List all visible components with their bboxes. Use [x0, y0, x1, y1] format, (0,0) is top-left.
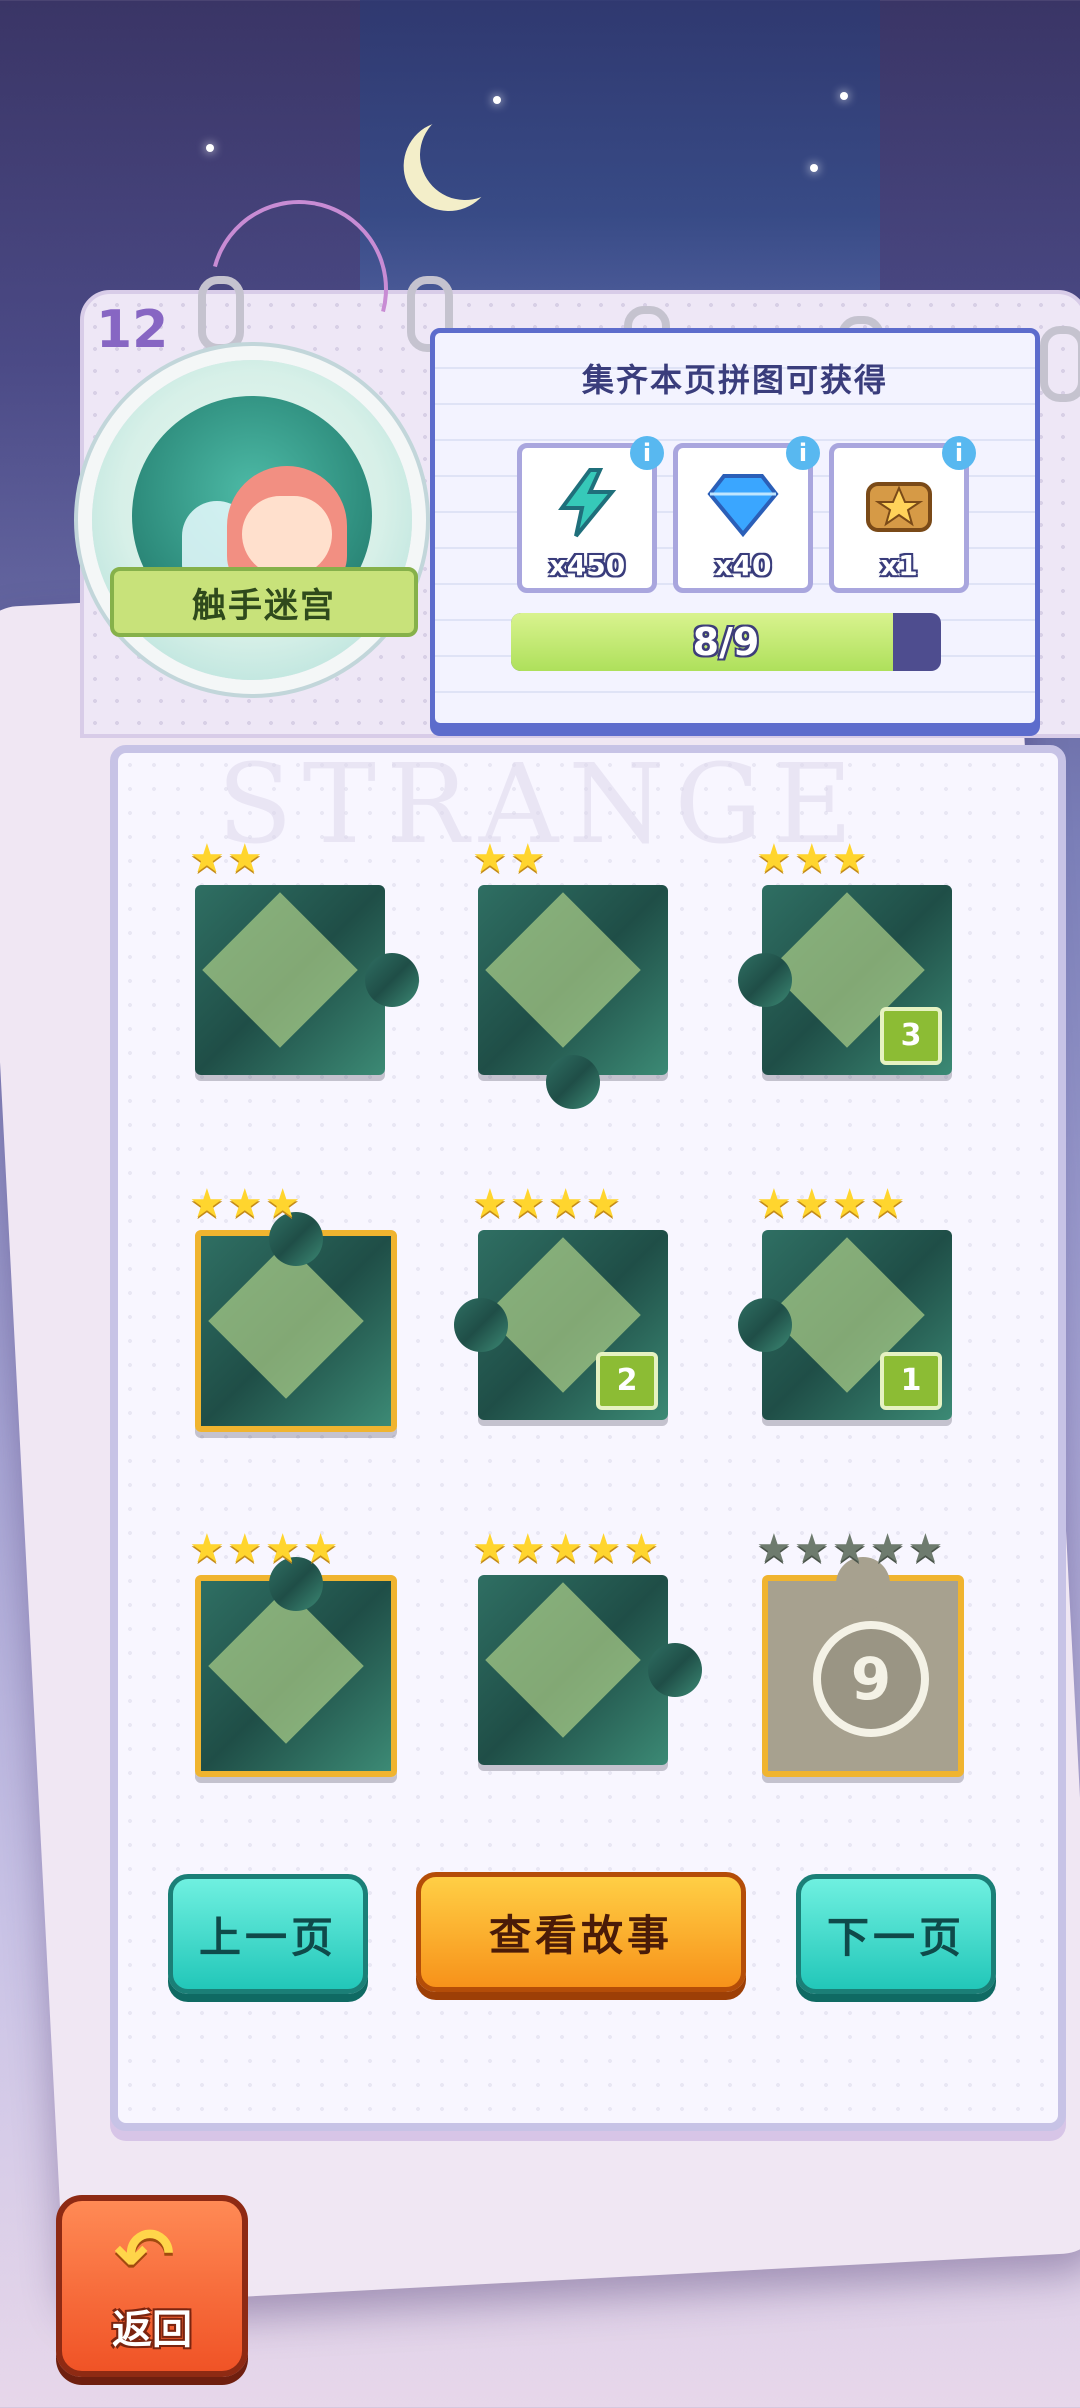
- binder-ring: [1040, 326, 1080, 402]
- return-arrow-icon: ↶: [114, 2212, 175, 2296]
- star-icon: ★: [869, 1526, 906, 1572]
- puzzle-piece-8[interactable]: [478, 1575, 702, 1765]
- piece-knob: [738, 953, 792, 1007]
- star-icon: ★: [793, 1526, 830, 1572]
- star-icon: ★: [189, 836, 225, 882]
- piece-stars: ★ ★ ★ ★: [189, 1529, 338, 1569]
- star-icon: ★: [472, 1526, 508, 1572]
- puzzle-piece-6[interactable]: 1: [738, 1230, 952, 1420]
- puzzle-piece-7[interactable]: [195, 1557, 397, 1777]
- star-icon: ★: [472, 836, 508, 882]
- piece-art: [208, 1243, 364, 1399]
- star-icon: ★: [189, 1526, 225, 1572]
- piece-knob: [738, 1298, 792, 1352]
- piece-art: [485, 892, 641, 1048]
- star-icon: ★: [831, 836, 868, 882]
- piece-stars: ★ ★ ★: [756, 839, 868, 879]
- star-icon: ★: [831, 1526, 868, 1572]
- reward-title: 集齐本页拼图可获得: [581, 361, 888, 399]
- piece-knob: [648, 1643, 702, 1697]
- star-icon: ★: [264, 1526, 301, 1572]
- star-icon: ★: [302, 1526, 339, 1572]
- view-story-button[interactable]: 查看故事: [416, 1872, 746, 1992]
- back-label: 返回: [112, 2307, 192, 2353]
- piece-stars: ★ ★ ★ ★: [472, 1184, 621, 1224]
- piece-count-badge: 1: [880, 1352, 942, 1410]
- level-name: 触手迷宫: [110, 567, 418, 637]
- star-icon: ★: [756, 836, 792, 882]
- energy-bolt-icon: [558, 468, 617, 538]
- reward-count: x1: [880, 549, 918, 582]
- star-icon: ★: [869, 1181, 906, 1227]
- piece-stars: ★ ★: [472, 839, 546, 879]
- reward-chest[interactable]: i x1: [829, 436, 976, 593]
- star-icon: ★: [509, 1526, 546, 1572]
- piece-knob: [546, 1055, 600, 1109]
- piece-art: [208, 1588, 364, 1744]
- star-icon: ★: [907, 1526, 944, 1572]
- reward-count: x450: [548, 549, 626, 582]
- reward-energy[interactable]: i x450: [517, 436, 664, 593]
- reward-panel: 集齐本页拼图可获得 i x450 i x40 i x1 8/9: [430, 328, 1040, 728]
- star-icon: ★: [472, 1181, 508, 1227]
- piece-count-badge: 2: [596, 1352, 658, 1410]
- star-icon: ★: [831, 1181, 868, 1227]
- treasure-chest-icon: [866, 482, 932, 532]
- star-icon: ★: [226, 836, 263, 882]
- sky-star-icon: [840, 92, 848, 100]
- piece-knob: [365, 953, 419, 1007]
- next-page-button[interactable]: 下一页: [796, 1874, 996, 1994]
- back-button[interactable]: ↶ 返回: [56, 2195, 248, 2377]
- reward-diamond[interactable]: i x40: [673, 436, 820, 593]
- star-icon: ★: [226, 1526, 263, 1572]
- star-icon: ★: [226, 1181, 263, 1227]
- prev-page-button[interactable]: 上一页: [168, 1874, 368, 1994]
- info-icon[interactable]: i: [630, 436, 664, 470]
- reward-count: x40: [714, 549, 772, 582]
- star-icon: ★: [793, 1181, 830, 1227]
- piece-stars: ★ ★ ★: [189, 1184, 301, 1224]
- sky-star-icon: [493, 96, 501, 104]
- progress-bar: 8/9: [511, 613, 941, 671]
- star-icon: ★: [509, 1181, 546, 1227]
- star-icon: ★: [623, 1526, 660, 1572]
- sky-star-icon: [810, 164, 818, 172]
- puzzle-piece-1[interactable]: [195, 885, 419, 1075]
- star-icon: ★: [756, 1526, 792, 1572]
- piece-stars: ★ ★ ★ ★ ★: [472, 1529, 659, 1569]
- puzzle-piece-4[interactable]: [195, 1212, 397, 1432]
- star-icon: ★: [264, 1181, 301, 1227]
- sky-star-icon: [206, 144, 214, 152]
- missing-piece-number: 9: [813, 1621, 929, 1737]
- star-icon: ★: [547, 1526, 584, 1572]
- puzzle-piece-5[interactable]: 2: [454, 1230, 668, 1420]
- puzzle-piece-2[interactable]: [478, 885, 668, 1109]
- puzzle-piece-3[interactable]: 3: [738, 885, 952, 1075]
- piece-stars: ★ ★: [189, 839, 263, 879]
- info-icon[interactable]: i: [942, 436, 976, 470]
- star-icon: ★: [756, 1181, 792, 1227]
- piece-stars: ★ ★ ★ ★: [756, 1184, 905, 1224]
- piece-count-badge: 3: [880, 1007, 942, 1065]
- star-icon: ★: [793, 836, 830, 882]
- character-face: [242, 496, 332, 576]
- piece-art: [202, 892, 358, 1048]
- star-icon: ★: [509, 836, 546, 882]
- progress-text: 8/9: [692, 620, 760, 664]
- star-icon: ★: [189, 1181, 225, 1227]
- puzzle-piece-9[interactable]: 9: [762, 1557, 964, 1777]
- diamond-icon: [707, 474, 779, 538]
- info-icon[interactable]: i: [786, 436, 820, 470]
- piece-knob: [454, 1298, 508, 1352]
- star-icon: ★: [547, 1181, 584, 1227]
- star-icon: ★: [585, 1181, 622, 1227]
- piece-art: [485, 1582, 641, 1738]
- piece-stars: ★ ★ ★ ★ ★: [756, 1529, 943, 1569]
- page-number: 12: [96, 300, 169, 360]
- star-icon: ★: [585, 1526, 622, 1572]
